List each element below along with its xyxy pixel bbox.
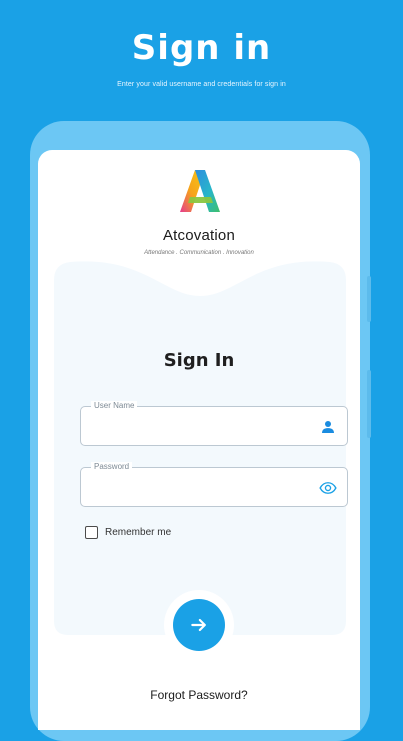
user-icon [322, 421, 334, 433]
phone-screen: Atcovation Attendance . Communication . … [38, 150, 360, 730]
remember-me-label: Remember me [105, 526, 172, 538]
brand-name: Atcovation [162, 227, 236, 244]
username-field[interactable]: User Name [80, 401, 348, 446]
atcovation-a-logo [180, 170, 220, 212]
submit-button[interactable] [173, 599, 225, 651]
remember-me-checkbox[interactable] [85, 525, 98, 539]
remember-me-toggle[interactable]: Remember me [85, 524, 171, 540]
page-title: Sign in [131, 28, 272, 68]
signin-heading: Sign In [163, 350, 235, 371]
username-label: User Name [91, 401, 138, 410]
phone-side-button [367, 370, 371, 438]
form-card [54, 258, 346, 635]
brand-tagline: Attendance . Communication . Innovation [144, 250, 254, 256]
eye-icon[interactable] [319, 479, 337, 497]
phone-side-button [367, 276, 371, 322]
arrow-right-icon [191, 618, 206, 632]
page-subtitle: Enter your valid username and credential… [117, 81, 286, 88]
password-label: Password [91, 462, 133, 471]
password-field[interactable]: Password [80, 462, 348, 507]
forgot-password-link[interactable]: Forgot Password? [38, 688, 360, 702]
